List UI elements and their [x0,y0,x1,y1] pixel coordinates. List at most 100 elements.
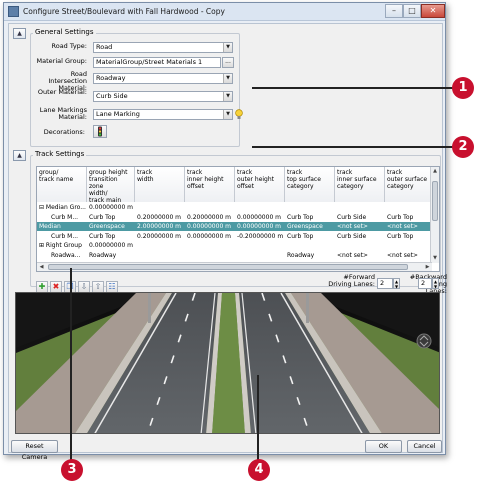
table-cell[interactable]: Curb Side [335,232,385,241]
collapse-general-settings-button[interactable]: ▲ [13,28,26,39]
table-cell[interactable] [385,241,433,250]
column-header-6[interactable]: track inner surface category [335,167,385,202]
column-header-5[interactable]: track top surface category [285,167,335,202]
close-button[interactable]: ✕ [421,4,445,18]
table-cell[interactable]: 0.00000000 m [235,222,285,231]
field-combo-3[interactable]: Curb Side ▼ [93,91,233,102]
table-cell[interactable]: 0.00000000 m [235,213,285,222]
table-cell[interactable] [235,251,285,260]
table-cell[interactable]: Curb Side [335,213,385,222]
column-header-2[interactable]: track width [135,167,185,202]
grid-vertical-scroll-thumb[interactable] [432,181,438,221]
cancel-button[interactable]: Cancel [407,440,442,453]
column-header-0[interactable]: group/ track name [37,167,87,202]
field-combo-1[interactable]: MaterialGroup/Street Materials 1 [93,57,221,68]
reset-camera-button[interactable]: Reset Camera [11,440,58,461]
table-cell[interactable]: Roadway [285,251,335,260]
track-grid[interactable]: group/ track name group height transition… [36,166,440,272]
table-cell[interactable]: ⊞ Right Group [37,241,87,250]
table-cell[interactable]: 0.00000000 m [185,222,235,231]
maximize-button[interactable]: □ [403,4,421,18]
table-cell[interactable] [185,241,235,250]
table-cell[interactable]: Greenspace [87,222,135,231]
table-row[interactable]: Roadwa... Roadway Roadway <not set> <not set… [37,251,433,260]
group-row[interactable]: ⊞ Right Group 0.00000000 m [37,241,433,250]
scroll-up-icon[interactable]: ▲ [431,167,439,176]
field-combo-0[interactable]: Road ▼ [93,42,233,53]
window-title: Configure Street/Boulevard with Fall Har… [23,7,225,16]
ok-button[interactable]: OK [365,440,402,453]
table-cell[interactable]: Curb Top [385,232,433,241]
table-cell[interactable]: Curb M... [37,213,87,222]
table-cell[interactable] [385,203,433,212]
callout-3-leader [70,268,72,464]
forward-lanes-input[interactable]: 2 [377,278,393,289]
table-cell[interactable]: <not set> [335,251,385,260]
table-cell[interactable] [135,251,185,260]
table-cell[interactable] [185,203,235,212]
scroll-left-icon[interactable]: ◀ [37,263,46,271]
decorations-button[interactable] [93,125,107,138]
table-cell[interactable] [235,241,285,250]
table-cell[interactable] [185,251,235,260]
table-cell[interactable]: Curb Top [87,213,135,222]
dropdown-arrow-icon[interactable]: ▼ [223,110,232,119]
table-cell[interactable]: Roadwa... [37,251,87,260]
scroll-down-icon[interactable]: ▼ [431,254,439,263]
grid-horizontal-scrollbar[interactable]: ◀ ▶ [37,262,432,271]
table-cell[interactable] [285,241,335,250]
table-cell[interactable] [235,203,285,212]
grid-horizontal-scroll-thumb[interactable] [48,264,408,270]
table-row[interactable]: Curb M... Curb Top 0.20000000 m 0.00000000 … [37,232,433,241]
lightbulb-icon[interactable] [235,109,243,119]
backward-lanes-spinner[interactable]: ▲ ▼ [432,278,439,289]
column-header-1[interactable]: group height transition zone width/ trac… [87,167,135,202]
table-cell[interactable]: <not set> [335,222,385,231]
table-row[interactable]: Curb M... Curb Top 0.20000000 m 0.20000000 … [37,213,433,222]
table-cell[interactable] [285,203,335,212]
backward-lanes-input[interactable]: 2 [418,278,432,289]
road-preview-viewport[interactable] [15,292,440,434]
table-cell[interactable] [335,203,385,212]
table-cell[interactable]: 0.20000000 m [135,213,185,222]
table-cell[interactable]: Median [37,222,87,231]
title-bar[interactable]: Configure Street/Boulevard with Fall Har… [4,3,445,21]
table-cell[interactable]: -0.20000000 m [235,232,285,241]
table-cell[interactable]: <not set> [385,251,433,260]
table-cell[interactable]: Roadway [87,251,135,260]
browse-material-group-button[interactable]: ... [222,57,234,68]
column-header-3[interactable]: track inner height offset [185,167,235,202]
table-cell[interactable]: Greenspace [285,222,335,231]
column-header-7[interactable]: track outer surface category [385,167,433,202]
table-cell[interactable]: 0.20000000 m [135,232,185,241]
table-cell[interactable] [135,203,185,212]
table-cell[interactable] [335,241,385,250]
field-combo-4[interactable]: Lane Marking ▼ [93,109,233,120]
table-cell[interactable]: 0.00000000 m [87,241,135,250]
grid-vertical-scrollbar[interactable]: ▲ ▼ [430,167,439,263]
table-row[interactable]: Median Greenspace 2.00000000 m 0.00000000 m… [37,222,433,232]
callout-1-leader [252,87,460,89]
table-cell[interactable]: Curb Top [285,232,335,241]
dropdown-arrow-icon[interactable]: ▼ [223,74,232,83]
table-cell[interactable]: Curb Top [285,213,335,222]
table-cell[interactable] [135,241,185,250]
table-cell[interactable]: <not set> [385,222,433,231]
minimize-button[interactable]: – [385,4,403,18]
table-cell[interactable]: 0.20000000 m [185,213,235,222]
table-cell[interactable]: 2.00000000 m [135,222,185,231]
dropdown-arrow-icon[interactable]: ▼ [223,43,232,52]
table-cell[interactable]: Curb M... [37,232,87,241]
table-cell[interactable]: Curb Top [385,213,433,222]
table-cell[interactable]: 0.00000000 m [185,232,235,241]
forward-lanes-spinner[interactable]: ▲ ▼ [393,278,400,289]
collapse-track-settings-button[interactable]: ▲ [13,150,26,161]
table-cell[interactable]: 0.00000000 m [87,203,135,212]
column-header-4[interactable]: track outer height offset [235,167,285,202]
group-row[interactable]: ⊟ Median Gro... 0.00000000 m [37,203,433,212]
field-combo-2[interactable]: Roadway ▼ [93,73,233,84]
table-cell[interactable]: Curb Top [87,232,135,241]
dropdown-arrow-icon[interactable]: ▼ [223,92,232,101]
scroll-right-icon[interactable]: ▶ [423,263,432,271]
table-cell[interactable]: ⊟ Median Gro... [37,203,87,212]
